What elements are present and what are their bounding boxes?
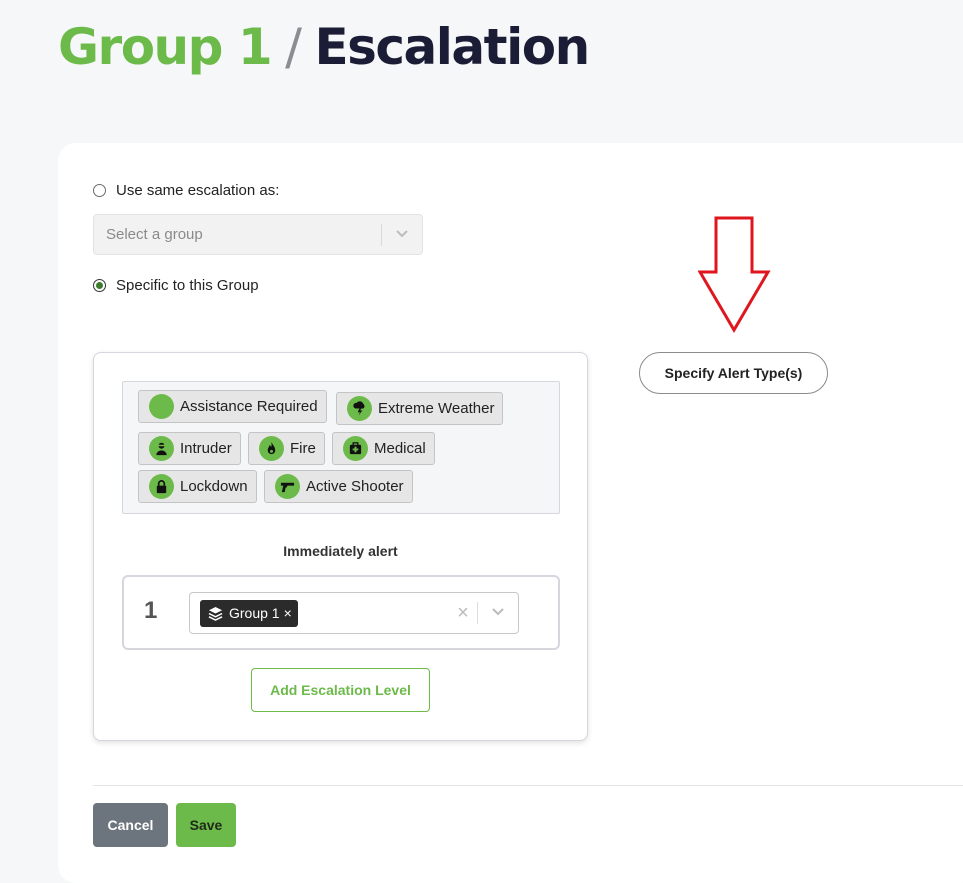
fire-icon [259, 436, 284, 461]
alert-chip-lockdown[interactable]: Lockdown [138, 470, 257, 503]
alert-chip-label: Extreme Weather [378, 400, 495, 417]
alert-chip-medical[interactable]: Medical [332, 432, 435, 465]
page-name: Escalation [314, 18, 591, 76]
storm-icon [347, 396, 372, 421]
escalation-level-row: 1 Group 1 × × [122, 575, 560, 650]
chevron-down-icon [382, 226, 422, 244]
alert-chip-assistance-required[interactable]: Assistance Required [138, 390, 327, 423]
alert-chip-intruder[interactable]: Intruder [138, 432, 241, 465]
lock-icon [149, 474, 174, 499]
gun-icon [275, 474, 300, 499]
remove-tag-icon[interactable]: × [284, 605, 292, 621]
alert-chip-label: Lockdown [180, 478, 248, 495]
clear-selection-icon[interactable]: × [449, 602, 477, 625]
selected-group-tag-label: Group 1 [229, 605, 280, 621]
page-title: Group 1/Escalation [58, 12, 591, 82]
level-number: 1 [144, 597, 158, 624]
intruder-icon [149, 436, 174, 461]
alert-chip-label: Assistance Required [180, 398, 318, 415]
group-select: Select a group [93, 214, 423, 255]
specific-to-group-option[interactable]: Specific to this Group [93, 277, 259, 294]
alert-chip-label: Active Shooter [306, 478, 404, 495]
use-same-escalation-radio[interactable] [93, 184, 106, 197]
alert-types-box: Assistance Required Extreme Weather Intr… [122, 381, 560, 514]
alert-chip-label: Medical [374, 440, 426, 457]
title-separator: / [285, 18, 302, 76]
immediately-alert-heading: Immediately alert [283, 543, 398, 559]
specify-alert-types-button[interactable]: Specify Alert Type(s) [639, 352, 828, 394]
alert-chip-fire[interactable]: Fire [248, 432, 325, 465]
medical-kit-icon [343, 436, 368, 461]
selected-group-tag: Group 1 × [200, 599, 298, 627]
use-same-escalation-option[interactable]: Use same escalation as: [93, 182, 279, 199]
specific-to-group-label: Specific to this Group [116, 277, 259, 294]
alert-chip-extreme-weather[interactable]: Extreme Weather [336, 392, 504, 425]
group-select-placeholder: Select a group [106, 226, 203, 243]
specific-to-group-radio[interactable] [93, 279, 106, 292]
group-name: Group 1 [58, 18, 273, 76]
alert-chip-label: Fire [290, 440, 316, 457]
down-arrow-annotation-icon [698, 216, 771, 333]
alert-chip-label: Intruder [180, 440, 232, 457]
blank-circle-icon [149, 394, 174, 419]
alert-chip-active-shooter[interactable]: Active Shooter [264, 470, 413, 503]
recipients-select[interactable]: Group 1 × × [189, 592, 519, 634]
cancel-button[interactable]: Cancel [93, 803, 168, 847]
footer-divider [93, 785, 963, 786]
chevron-down-icon[interactable] [478, 604, 518, 623]
save-button[interactable]: Save [176, 803, 236, 847]
escalation-panel: Assistance Required Extreme Weather Intr… [93, 352, 588, 741]
layers-icon [208, 606, 223, 621]
add-escalation-level-button[interactable]: Add Escalation Level [251, 668, 430, 712]
use-same-escalation-label: Use same escalation as: [116, 182, 280, 199]
